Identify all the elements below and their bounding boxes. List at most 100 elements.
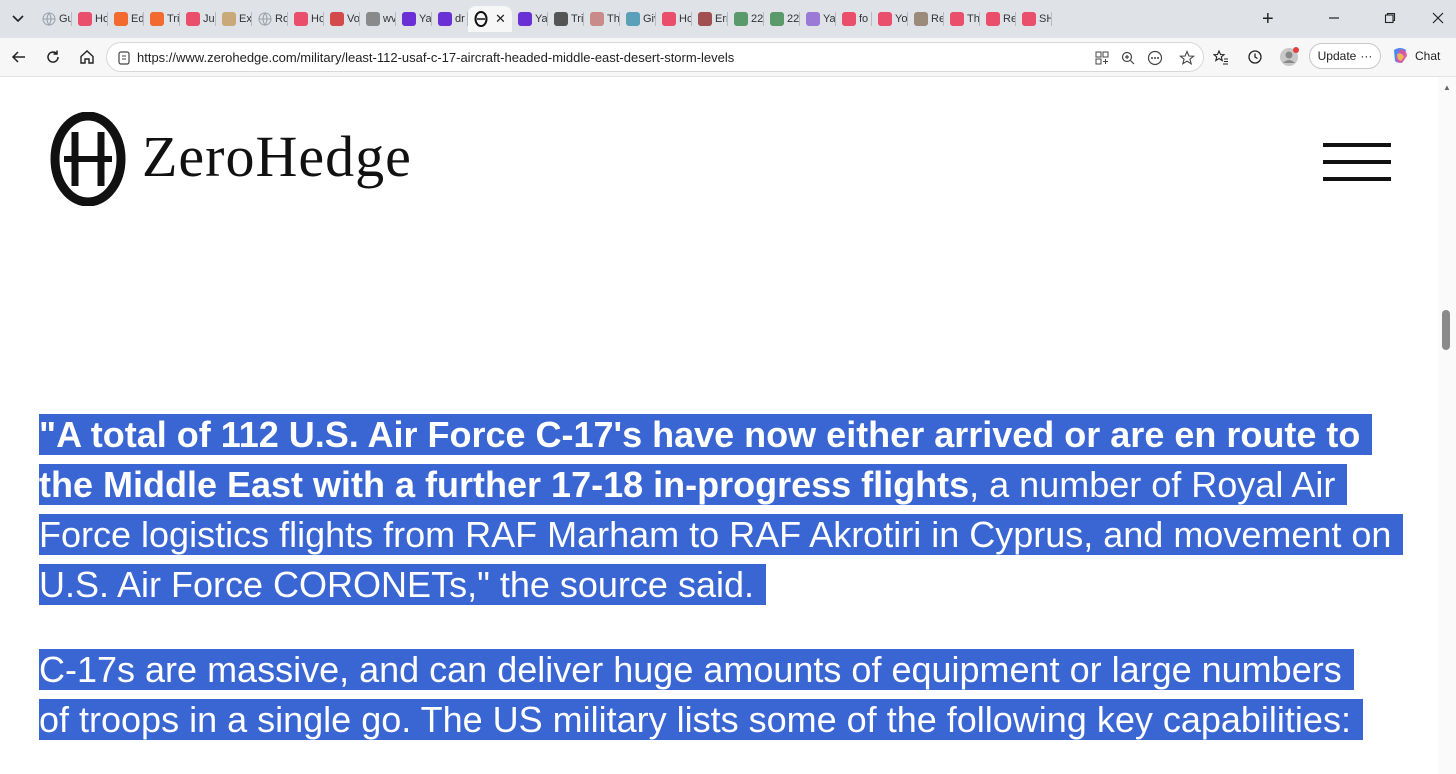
new-tab-button[interactable]: + [1262,9,1274,29]
browser-tab[interactable]: SH [1016,6,1052,32]
restore-icon [1384,12,1396,24]
scroll-up-arrow-icon[interactable]: ▲ [1443,83,1451,92]
browser-tab[interactable]: Ho [656,6,692,32]
news-icon [330,12,344,26]
article-paragraph-1: "A total of 112 U.S. Air Force C-17's ha… [39,410,1411,610]
hamburger-line-icon [1323,143,1391,147]
history-icon [1248,50,1262,64]
home-icon [80,50,94,64]
scrollbar-thumb[interactable] [1442,310,1450,350]
browser-tab[interactable]: Re [908,6,944,32]
sheet-icon [770,12,784,26]
hamburger-line-icon [1323,160,1391,164]
yahoo-icon [518,12,532,26]
back-button[interactable] [8,46,30,68]
tab-title: Tri [167,13,180,25]
restore-button[interactable] [1384,11,1396,27]
yahoo-icon [806,12,820,26]
favorite-star-icon[interactable] [1178,49,1196,67]
browser-tab[interactable]: Ho [288,6,324,32]
copilot-icon [1394,48,1407,63]
article-paragraph-2: C-17s are massive, and can deliver huge … [39,645,1379,745]
browser-tab[interactable]: Tri [548,6,584,32]
history-button[interactable] [1244,46,1266,68]
browser-tab[interactable]: Err [692,6,728,32]
browser-tab[interactable]: Ho [72,6,108,32]
zerohedge-logo-icon[interactable] [50,111,126,211]
youtube-icon [878,12,892,26]
tab-title: dr [455,13,465,25]
arrow-left-icon [11,51,25,63]
youtube-icon [78,12,92,26]
youtube-icon [950,12,964,26]
browser-tab[interactable]: Th [944,6,980,32]
favorites-button[interactable] [1210,46,1232,68]
globe-icon [42,12,56,26]
update-button[interactable]: Update ··· [1309,43,1381,69]
browser-tab[interactable]: Gu [36,6,72,32]
page-scrollbar[interactable]: ▲ [1438,77,1456,774]
globe-icon [258,12,272,26]
refresh-button[interactable] [42,46,64,68]
browser-tab[interactable]: Ro [252,6,288,32]
menu-button[interactable] [1323,143,1391,183]
site-info-icon[interactable] [117,51,131,70]
close-tab-icon[interactable]: ✕ [495,11,506,27]
browser-tab[interactable]: Vo [324,6,360,32]
youtube-icon [986,12,1000,26]
read-aloud-icon[interactable] [1146,49,1164,67]
reddit-icon [914,12,928,26]
youtube-icon [1022,12,1036,26]
browser-tab[interactable]: Giv [620,6,656,32]
tab-title: Th [967,13,980,25]
close-window-button[interactable] [1432,11,1444,27]
substack-icon [114,12,128,26]
url-text[interactable]: https://www.zerohedge.com/military/least… [137,50,734,65]
browser-tab[interactable]: ✕ [468,6,512,32]
profile-button[interactable] [1278,46,1300,68]
chevron-down-icon [12,15,24,23]
site-logo-text[interactable]: ZeroHedge [142,123,412,190]
browser-tab[interactable]: Ex [216,6,252,32]
seal-icon [222,12,236,26]
browser-tab[interactable]: 22 [764,6,800,32]
browser-tab[interactable]: dr [432,6,468,32]
tab-actions-menu-button[interactable] [6,7,30,31]
update-label: Update [1317,49,1357,63]
refresh-icon [47,50,59,63]
tab-title: Yo [895,13,908,25]
youtube-icon [662,12,676,26]
browser-tab[interactable]: Ed [108,6,144,32]
browser-tab[interactable]: Jus [180,6,216,32]
home-button[interactable] [76,46,98,68]
tab-title: Ya [535,13,548,25]
hamburger-line-icon [1323,177,1391,181]
yahoo-icon [402,12,416,26]
tab-list: GuHoEdTriJusExRoHoVowvYadr✕YaTriThGivHoE… [36,6,1052,34]
app-available-icon[interactable] [1093,49,1111,67]
browser-tab[interactable]: Ya [512,6,548,32]
browser-tab[interactable]: Yo [872,6,908,32]
x-icon [554,12,568,26]
youtube-icon [294,12,308,26]
copilot-chat-button[interactable]: Chat [1390,45,1440,67]
browser-tab[interactable]: Th [584,6,620,32]
zoom-icon[interactable] [1119,49,1137,67]
browser-tab[interactable]: Re [980,6,1016,32]
tab-title: Ya [823,13,836,25]
plane-icon [590,12,604,26]
browser-tab[interactable]: Ya [396,6,432,32]
browser-tab[interactable]: Ya [800,6,836,32]
browser-tab[interactable]: fo [836,6,872,32]
browser-tab[interactable]: Tri [144,6,180,32]
tab-title: fo [859,13,869,25]
browser-tab[interactable]: wv [360,6,396,32]
more-dots-icon: ··· [1360,49,1373,63]
address-bar[interactable]: https://www.zerohedge.com/military/least… [106,42,1204,72]
minimize-button[interactable] [1328,11,1340,27]
browser-tab[interactable]: 22 [728,6,764,32]
tab-title: Vo [347,13,360,25]
tab-title: Ex [239,13,252,25]
tab-title: Th [607,13,620,25]
flag-icon [698,12,712,26]
